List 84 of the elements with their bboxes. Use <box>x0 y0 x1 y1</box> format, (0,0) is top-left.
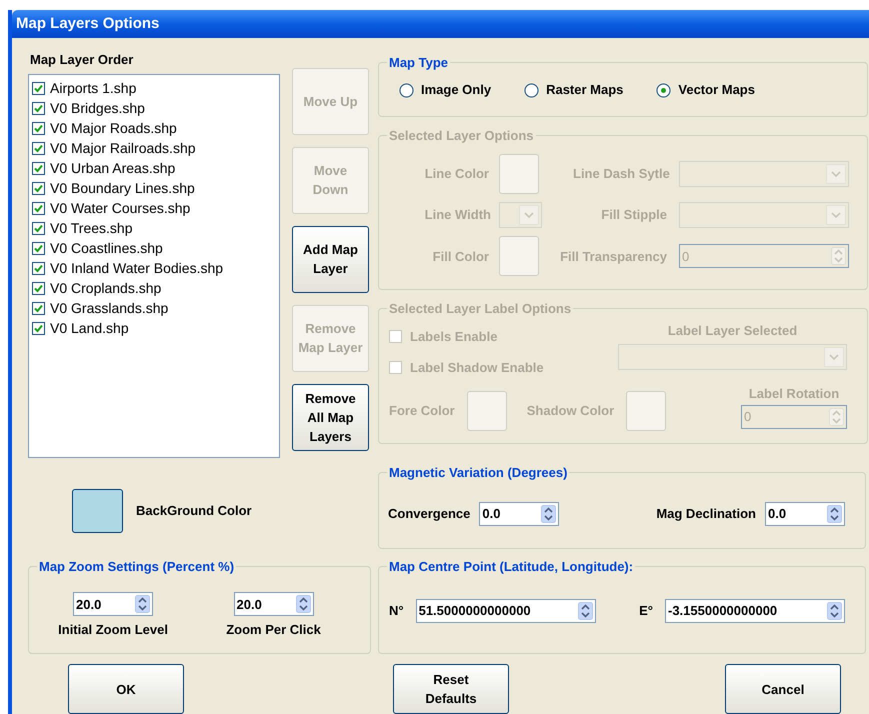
checkmark-icon <box>34 324 43 332</box>
checkmark-icon <box>34 284 43 292</box>
field-label: Mag Declination <box>656 504 756 523</box>
field-label: Raster Maps <box>546 81 624 100</box>
layer-name[interactable]: V0 Major Railroads.shp <box>50 138 196 158</box>
field-label: Fill Stipple <box>601 206 667 224</box>
field-label: Convergence <box>388 504 470 523</box>
layer-name[interactable]: Airports 1.shp <box>50 78 136 98</box>
field-label: Line Width <box>424 206 491 224</box>
spinner-icon[interactable] <box>541 504 556 522</box>
checkbox[interactable] <box>32 102 45 114</box>
checkbox[interactable] <box>32 322 45 334</box>
button[interactable]: Remove All Map Layers <box>292 384 369 450</box>
radio-button[interactable] <box>399 82 414 98</box>
spin-field[interactable]: 20.0 <box>234 592 314 616</box>
checkbox[interactable] <box>32 262 45 274</box>
button[interactable]: Cancel <box>725 664 841 714</box>
spin-field[interactable]: -3.1550000000000 <box>665 599 845 623</box>
spinner-icon[interactable] <box>827 504 842 522</box>
layer-name[interactable]: V0 Urban Areas.shp <box>50 158 176 178</box>
spinner-icon[interactable] <box>578 602 593 620</box>
field-label: Line Color <box>424 164 489 183</box>
spin-field[interactable]: 0.0 <box>765 502 845 526</box>
field-label: Label Layer Selected <box>668 322 798 340</box>
field-label: Initial Zoom Level <box>58 621 168 640</box>
layer-name[interactable]: V0 Bridges.shp <box>50 98 145 118</box>
layer-name[interactable]: V0 Boundary Lines.shp <box>50 178 195 198</box>
checkbox[interactable] <box>32 122 45 134</box>
layer-name[interactable]: V0 Major Roads.shp <box>50 118 177 138</box>
button[interactable]: Reset Defaults <box>393 664 509 714</box>
spinner-icon[interactable] <box>827 602 842 620</box>
checkbox[interactable] <box>32 222 45 234</box>
checkmark-icon <box>34 144 43 152</box>
checkmark-icon <box>34 224 43 232</box>
checkmark-icon <box>34 104 43 112</box>
layer-name[interactable]: V0 Inland Water Bodies.shp <box>50 258 224 278</box>
field-label: Map Layer Order <box>29 50 134 69</box>
radio-button[interactable] <box>656 82 672 98</box>
checkmark-icon <box>34 164 43 172</box>
field-label: Fill Color <box>432 248 489 266</box>
layer-name[interactable]: V0 Croplands.shp <box>50 278 162 298</box>
checkmark-icon <box>34 124 43 132</box>
checkbox[interactable] <box>32 162 45 174</box>
field-label: Label Shadow Enable <box>410 359 544 377</box>
field-label: Zoom Per Click <box>226 621 321 640</box>
checkmark-icon <box>34 184 43 192</box>
field-label: Fore Color <box>389 402 455 420</box>
checkbox[interactable] <box>32 282 45 294</box>
checkmark-icon <box>34 244 43 252</box>
checkbox[interactable] <box>32 82 45 94</box>
layer-name[interactable]: V0 Grasslands.shp <box>50 298 168 318</box>
field-label: Image Only <box>421 81 492 100</box>
field-label: Shadow Color <box>526 402 614 420</box>
field-label: BackGround Color <box>136 502 252 520</box>
spinner-icon[interactable] <box>135 595 150 614</box>
checkmark-icon <box>34 304 43 312</box>
checkbox[interactable] <box>32 242 45 254</box>
button[interactable]: Add Map Layer <box>292 226 369 292</box>
checkbox[interactable] <box>32 302 45 314</box>
layer-name[interactable]: V0 Coastlines.shp <box>50 238 163 258</box>
spin-field[interactable]: 20.0 <box>73 592 154 616</box>
field-label: Fill Transparency <box>560 248 667 266</box>
layer-name[interactable]: V0 Land.shp <box>50 318 129 338</box>
window-title: Map Layers Options <box>16 14 160 34</box>
field-label: N° <box>389 602 404 620</box>
checkbox[interactable] <box>32 182 45 194</box>
field-label: Vector Maps <box>678 81 755 100</box>
field-label: E° <box>639 602 653 620</box>
field-label: Label Rotation <box>748 384 840 402</box>
checkbox[interactable] <box>32 142 45 154</box>
field-label: Labels Enable <box>410 328 498 346</box>
layer-name[interactable]: V0 Trees.shp <box>50 218 132 238</box>
field-label: Line Dash Sytle <box>573 164 670 183</box>
layer-name[interactable]: V0 Water Courses.shp <box>50 198 190 218</box>
spin-field[interactable]: 51.5000000000000 <box>416 599 596 623</box>
checkmark-icon <box>34 204 43 212</box>
color-swatch[interactable] <box>72 488 123 532</box>
checkbox[interactable] <box>32 202 45 214</box>
button[interactable]: OK <box>68 664 184 714</box>
spinner-icon[interactable] <box>296 595 311 614</box>
checkmark-icon <box>34 264 43 272</box>
radio-button[interactable] <box>524 82 540 98</box>
checkmark-icon <box>34 84 43 92</box>
spin-field[interactable]: 0.0 <box>479 502 560 526</box>
